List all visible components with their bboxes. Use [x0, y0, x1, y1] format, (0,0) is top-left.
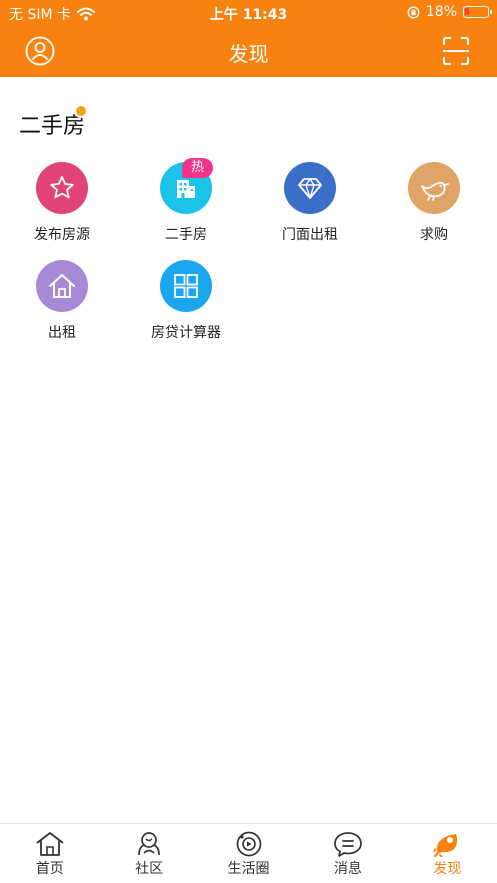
- battery-percent: 18%: [425, 4, 457, 20]
- tab-label: 消息: [333, 861, 362, 877]
- home-icon: [49, 274, 75, 298]
- feature-circle: [36, 162, 88, 214]
- message-icon: [334, 832, 362, 857]
- tab-community[interactable]: 社区: [99, 824, 198, 883]
- tab-label: 社区: [135, 861, 164, 877]
- notification-dot: [74, 104, 88, 118]
- battery-icon: [463, 6, 492, 18]
- orientation-lock-icon: [407, 5, 420, 19]
- nav-bar: 发现: [0, 26, 497, 77]
- page-title: 发现: [228, 42, 269, 66]
- feature-circle: [36, 260, 88, 312]
- community-icon: [138, 832, 160, 856]
- grid-icon: [174, 274, 198, 298]
- status-bar: 无 SIM 卡 上午 11:43 18%: [0, 0, 497, 26]
- tab-label: 发现: [433, 861, 462, 877]
- tab-label: 生活圈: [227, 861, 270, 877]
- house-icon: [36, 832, 64, 856]
- hot-badge: 热: [182, 158, 214, 178]
- feature-mortgage-calculator[interactable]: 房贷计算器: [124, 260, 248, 342]
- header: 无 SIM 卡 上午 11:43 18% 发现: [0, 0, 497, 77]
- feature-label: 门面出租: [282, 227, 338, 243]
- feature-label: 房贷计算器: [151, 325, 221, 341]
- feature-circle: [160, 260, 212, 312]
- discover-icon: [433, 834, 458, 857]
- tab-discover[interactable]: 发现: [398, 824, 497, 883]
- feature-label: 求购: [420, 227, 448, 243]
- tab-label: 首页: [35, 861, 64, 877]
- feature-circle: 热: [160, 158, 214, 214]
- diamond-icon: [298, 178, 322, 199]
- feature-circle: [408, 162, 460, 214]
- tab-messages[interactable]: 消息: [298, 824, 397, 883]
- feature-circle: [284, 162, 336, 214]
- feature-second-hand-house[interactable]: 热 二手房: [124, 158, 248, 244]
- feature-want-to-buy[interactable]: 求购: [372, 162, 496, 244]
- feature-shop-rental[interactable]: 门面出租: [248, 162, 372, 244]
- tab-life-circle[interactable]: 生活圈: [199, 824, 298, 883]
- building-icon: [177, 180, 195, 198]
- feature-label: 发布房源: [34, 227, 90, 243]
- star-icon: [50, 176, 74, 199]
- tab-home[interactable]: 首页: [0, 824, 99, 883]
- feature-label: 二手房: [165, 227, 207, 243]
- bird-icon: [421, 181, 449, 201]
- feature-label: 出租: [48, 325, 76, 341]
- life-circle-icon: [236, 831, 261, 857]
- tab-bar: 首页 社区 生活圈 消息 发现: [0, 823, 497, 883]
- scan-icon[interactable]: [442, 36, 470, 66]
- feature-publish-listing[interactable]: 发布房源: [0, 162, 124, 244]
- feature-rent-out[interactable]: 出租: [0, 260, 124, 342]
